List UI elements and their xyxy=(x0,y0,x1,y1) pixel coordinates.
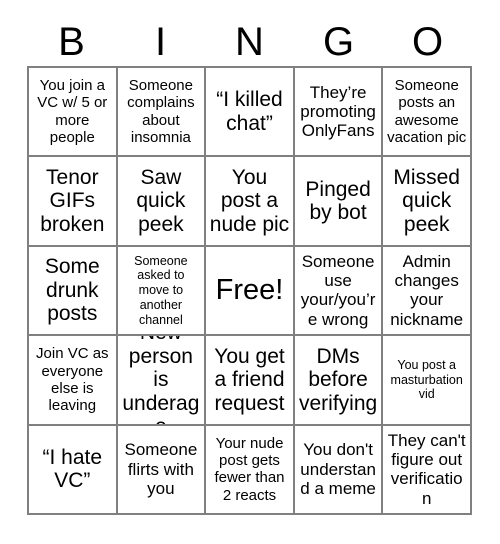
bingo-cell[interactable]: Your nude post gets fewer than 2 reacts xyxy=(206,425,295,515)
bingo-cell[interactable]: Someone asked to move to another channel xyxy=(117,246,207,337)
bingo-cell-text: They can't figure out verification xyxy=(387,430,466,508)
bingo-cell-text: Admin changes your nickname xyxy=(390,251,464,329)
bingo-cell-text: Your nude post gets fewer than 2 reacts xyxy=(214,434,285,504)
bingo-cell-text: They’re promoting OnlyFans xyxy=(300,82,376,141)
bingo-cell[interactable]: You join a VC w/ 5 or more people xyxy=(29,68,118,158)
bingo-cell[interactable]: Some drunk posts xyxy=(29,246,118,337)
bingo-cell-text: You get a friend request xyxy=(214,344,285,415)
bingo-cell-text: You join a VC w/ 5 or more people xyxy=(37,77,108,146)
bingo-cell-text: “I hate VC” xyxy=(42,445,103,493)
bingo-cell-text: “I killed chat” xyxy=(216,88,283,135)
bingo-cell[interactable]: Pinged by bot xyxy=(294,157,384,247)
header-letter-o: O xyxy=(411,20,444,64)
bingo-header: B I N G O xyxy=(27,18,472,66)
bingo-cell-text: Free! xyxy=(215,273,284,306)
bingo-cell[interactable]: Someone flirts with you xyxy=(117,425,207,515)
bingo-cell[interactable]: “I hate VC” xyxy=(29,425,118,515)
bingo-cell[interactable]: You post a nude pic xyxy=(206,157,295,247)
header-letter-g: G xyxy=(322,20,355,64)
bingo-card: B I N G O You join a VC w/ 5 or more peo… xyxy=(0,0,500,544)
bingo-cell-text: Join VC as everyone else is leaving xyxy=(36,345,109,415)
bingo-cell-text: New person is underage xyxy=(122,336,200,423)
bingo-cell[interactable]: You get a friend request xyxy=(206,336,295,426)
bingo-cell-free[interactable]: Free! xyxy=(206,246,295,337)
bingo-cell[interactable]: Join VC as everyone else is leaving xyxy=(29,336,118,426)
header-letter-n: N xyxy=(235,20,264,64)
bingo-cell-text: You post a masturbation vid xyxy=(390,357,463,402)
bingo-cell[interactable]: You don't understand a meme xyxy=(294,425,384,515)
bingo-cell[interactable]: They can't figure out verification xyxy=(383,425,472,515)
bingo-cell-text: Missed quick peek xyxy=(393,165,460,236)
bingo-cell-text: You don't understand a meme xyxy=(300,440,376,498)
bingo-cell-text: Some drunk posts xyxy=(44,255,100,326)
header-letter-i: I xyxy=(154,20,167,64)
bingo-cell[interactable]: “I killed chat” xyxy=(206,68,295,158)
bingo-cell-text: DMs before verifying xyxy=(298,344,378,415)
bingo-cell[interactable]: Tenor GIFs broken xyxy=(29,157,118,247)
bingo-cell[interactable]: Someone posts an awesome vacation pic xyxy=(383,68,472,158)
bingo-cell-text: Someone flirts with you xyxy=(124,440,198,498)
bingo-cell[interactable]: New person is underage xyxy=(117,336,207,426)
bingo-cell-text: Pinged by bot xyxy=(305,177,371,225)
header-letter-b: B xyxy=(58,20,85,64)
bingo-cell-text: Saw quick peek xyxy=(136,165,186,236)
bingo-cell[interactable]: You post a masturbation vid xyxy=(383,336,472,426)
bingo-cell-text: Tenor GIFs broken xyxy=(40,165,105,236)
bingo-cell[interactable]: They’re promoting OnlyFans xyxy=(294,68,384,158)
bingo-cell[interactable]: Admin changes your nickname xyxy=(383,246,472,337)
bingo-cell-text: You post a nude pic xyxy=(209,165,290,236)
bingo-cell-text: Someone use your/you’re wrong xyxy=(300,251,376,329)
bingo-cell[interactable]: Saw quick peek xyxy=(117,157,207,247)
bingo-cell-text: Someone asked to move to another channel xyxy=(134,253,188,327)
bingo-cell-text: Someone complains about insomnia xyxy=(127,77,195,146)
bingo-cell[interactable]: Missed quick peek xyxy=(383,157,472,247)
bingo-cell-text: Someone posts an awesome vacation pic xyxy=(387,77,467,146)
bingo-grid: You join a VC w/ 5 or more people Someon… xyxy=(27,66,472,515)
bingo-cell[interactable]: Someone complains about insomnia xyxy=(117,68,207,158)
bingo-cell[interactable]: DMs before verifying xyxy=(294,336,384,426)
bingo-cell[interactable]: Someone use your/you’re wrong xyxy=(294,246,384,337)
